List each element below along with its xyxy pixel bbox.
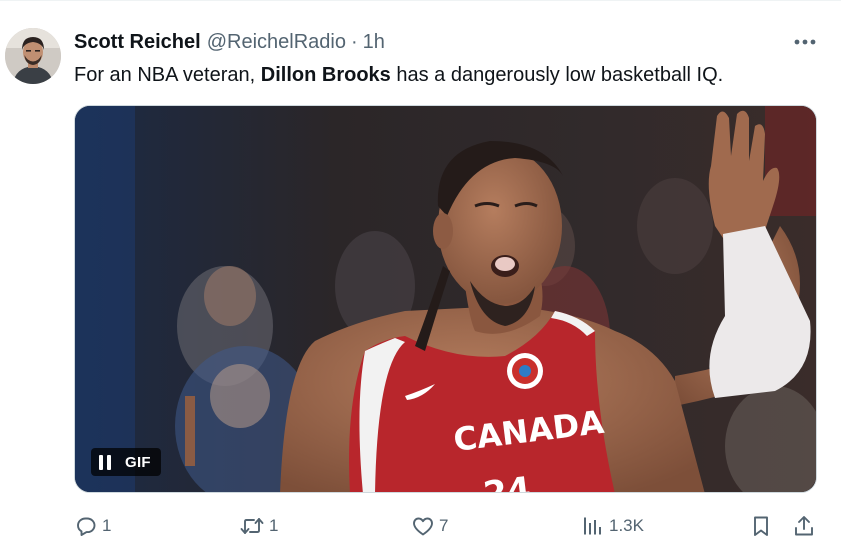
- author-display-name[interactable]: Scott Reichel: [74, 31, 201, 54]
- gif-label: GIF: [125, 453, 151, 471]
- avatar-image: [5, 28, 61, 84]
- like-button[interactable]: 7: [411, 511, 448, 541]
- views-button[interactable]: 1.3K: [581, 511, 644, 541]
- like-icon: [413, 517, 433, 536]
- bookmark-icon: [754, 516, 768, 536]
- reply-count: 1: [102, 516, 112, 535]
- tweet-header: Scott Reichel @ReichelRadio · 1h: [74, 30, 385, 54]
- author-handle[interactable]: @ReichelRadio: [207, 31, 346, 54]
- reply-button[interactable]: 1: [74, 511, 111, 541]
- tweet-text-mention: Dillon Brooks: [260, 64, 391, 86]
- share-icon: [795, 516, 813, 536]
- tweet-text-start: For an NBA veteran,: [74, 64, 261, 86]
- tweet-text: For an NBA veteran, Dillon Brooks has a …: [74, 62, 723, 88]
- repost-icon: [240, 518, 264, 534]
- more-options-button[interactable]: [791, 31, 819, 53]
- tweet-media-gif[interactable]: CANADA 24 GIF: [74, 105, 817, 493]
- repost-count: 1: [269, 516, 279, 535]
- tweet-actions: 1 1 7 1.3K: [74, 511, 817, 541]
- pause-icon[interactable]: [99, 454, 111, 470]
- header-separator: ·: [350, 30, 358, 53]
- tweet-timestamp[interactable]: 1h: [363, 31, 385, 54]
- tweet[interactable]: Scott Reichel @ReichelRadio · 1h For an …: [0, 0, 841, 557]
- views-icon: [584, 517, 601, 535]
- gif-badge: GIF: [91, 448, 161, 476]
- views-count: 1.3K: [609, 516, 644, 535]
- tweet-text-end: has a dangerously low basketball IQ.: [390, 64, 724, 86]
- avatar[interactable]: [5, 28, 61, 84]
- gif-frame: CANADA 24: [75, 106, 816, 492]
- share-button[interactable]: [792, 511, 816, 541]
- more-icon: [794, 39, 816, 45]
- like-count: 7: [439, 516, 449, 535]
- reply-icon: [77, 517, 96, 536]
- bookmark-button[interactable]: [750, 511, 772, 541]
- repost-button[interactable]: 1: [239, 511, 278, 541]
